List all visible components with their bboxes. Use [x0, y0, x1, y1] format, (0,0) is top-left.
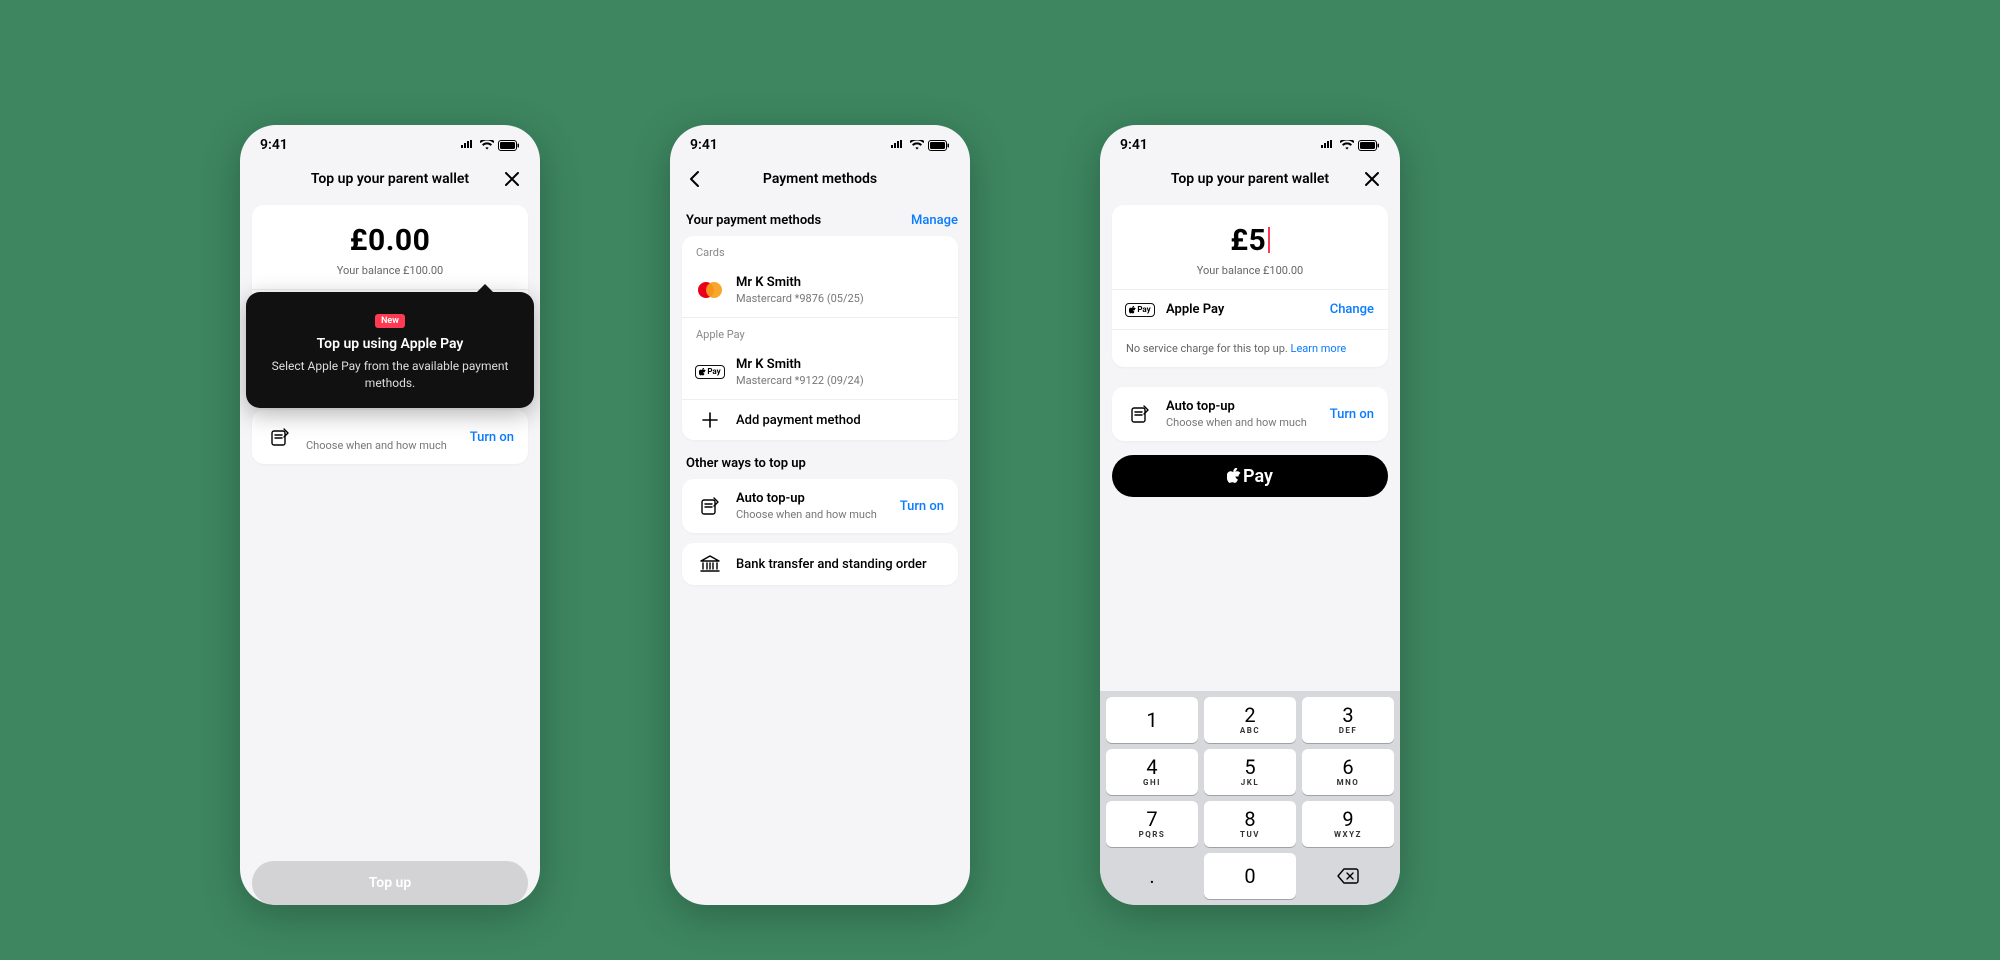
- turn-on-link[interactable]: Turn on: [1330, 407, 1374, 422]
- mastercard-icon: [696, 282, 724, 298]
- method-name: Apple Pay: [1166, 302, 1318, 317]
- auto-topup-sub: Choose when and how much: [306, 439, 458, 452]
- add-payment-row[interactable]: Add payment method: [682, 400, 958, 440]
- service-charge-note: No service charge for this top up. Learn…: [1112, 329, 1388, 367]
- auto-topup-sub: Choose when and how much: [736, 508, 888, 521]
- auto-topup-icon: [696, 496, 724, 516]
- key-7[interactable]: 7PQRS: [1106, 801, 1198, 847]
- status-icons: [1320, 140, 1380, 151]
- key-8[interactable]: 8TUV: [1204, 801, 1296, 847]
- topup-button[interactable]: Top up: [252, 861, 528, 905]
- amount-card: £5 Your balance £100.00 Pay Apple Pay Ch…: [1112, 205, 1388, 367]
- auto-topup-icon: [1126, 404, 1154, 424]
- tooltip-body: Select Apple Pay from the available paym…: [268, 358, 512, 392]
- key-4[interactable]: 4GHI: [1106, 749, 1198, 795]
- cardholder-name: Mr K Smith: [736, 357, 944, 372]
- apple-pay-icon: Pay: [696, 365, 724, 379]
- section-your-methods: Your payment methods: [682, 197, 825, 236]
- group-applepay-label: Apple Pay: [682, 318, 958, 345]
- nav-bar: Top up your parent wallet: [240, 161, 540, 197]
- auto-topup-card[interactable]: Auto top-up Choose when and how much Tur…: [1112, 387, 1388, 441]
- nav-bar: Payment methods: [670, 161, 970, 197]
- key-dot[interactable]: .: [1106, 853, 1198, 899]
- change-link[interactable]: Change: [1330, 302, 1374, 317]
- turn-on-link[interactable]: Turn on: [900, 499, 944, 514]
- apple-pay-button-label: Pay: [1243, 466, 1273, 487]
- status-bar: 9:41: [1100, 125, 1400, 161]
- key-5[interactable]: 5JKL: [1204, 749, 1296, 795]
- applepay-row[interactable]: Pay Mr K Smith Mastercard *9122 (09/24): [682, 345, 958, 399]
- text-caret: [1268, 227, 1270, 253]
- status-bar: 9:41: [240, 125, 540, 161]
- card-detail: Mastercard *9122 (09/24): [736, 374, 944, 387]
- learn-more-link[interactable]: Learn more: [1291, 342, 1347, 355]
- auto-topup-card[interactable]: Auto top-up Choose when and how much Tur…: [682, 479, 958, 533]
- plus-icon: [696, 412, 724, 428]
- page-title: Payment methods: [763, 171, 877, 187]
- payment-method-row[interactable]: Pay Apple Pay Change: [1112, 290, 1388, 329]
- payment-methods-card: Cards Mr K Smith Mastercard *9876 (05/25…: [682, 236, 958, 440]
- amount-value[interactable]: £0.00: [350, 223, 431, 258]
- amount-value[interactable]: £5: [1230, 223, 1270, 258]
- page-title: Top up your parent wallet: [1171, 171, 1329, 187]
- status-time: 9:41: [690, 137, 718, 153]
- close-icon[interactable]: [498, 165, 526, 193]
- auto-topup-title: Auto top-up: [736, 491, 888, 506]
- back-icon[interactable]: [680, 165, 708, 193]
- apple-pay-button[interactable]: Pay: [1112, 455, 1388, 497]
- nav-bar: Top up your parent wallet: [1100, 161, 1400, 197]
- auto-topup-sub: Choose when and how much: [1166, 416, 1318, 429]
- key-backspace[interactable]: [1302, 853, 1394, 899]
- key-3[interactable]: 3DEF: [1302, 697, 1394, 743]
- screen-payment-methods: 9:41 Payment methods Your payment method…: [670, 125, 970, 905]
- section-other-ways: Other ways to top up: [682, 440, 958, 479]
- apple-pay-tooltip: New Top up using Apple Pay Select Apple …: [246, 292, 534, 408]
- backspace-icon: [1337, 868, 1359, 884]
- cardholder-name: Mr K Smith: [736, 275, 944, 290]
- key-9[interactable]: 9WXYZ: [1302, 801, 1394, 847]
- auto-topup-icon: [266, 427, 294, 447]
- auto-topup-card[interactable]: Auto top-up Choose when and how much Tur…: [252, 410, 528, 464]
- card-row-1[interactable]: Mr K Smith Mastercard *9876 (05/25): [682, 263, 958, 317]
- status-time: 9:41: [260, 137, 288, 153]
- bank-transfer-card[interactable]: Bank transfer and standing order: [682, 543, 958, 585]
- manage-link[interactable]: Manage: [911, 213, 958, 228]
- bank-icon: [696, 555, 724, 573]
- key-6[interactable]: 6MNO: [1302, 749, 1394, 795]
- apple-pay-icon: Pay: [1126, 303, 1154, 317]
- bank-transfer-label: Bank transfer and standing order: [736, 557, 944, 572]
- turn-on-link[interactable]: Turn on: [470, 430, 514, 445]
- card-detail: Mastercard *9876 (05/25): [736, 292, 944, 305]
- page-title: Top up your parent wallet: [311, 171, 469, 187]
- numeric-keypad: 1 2ABC 3DEF 4GHI 5JKL 6MNO 7PQRS 8TUV 9W…: [1100, 691, 1400, 905]
- status-icons: [460, 140, 520, 151]
- status-icons: [890, 140, 950, 151]
- key-0[interactable]: 0: [1204, 853, 1296, 899]
- new-badge: New: [375, 314, 405, 328]
- add-payment-label: Add payment method: [736, 413, 944, 428]
- screen-topup-tooltip: 9:41 Top up your parent wallet £0.00 You…: [240, 125, 540, 905]
- tooltip-title: Top up using Apple Pay: [268, 336, 512, 352]
- group-cards-label: Cards: [682, 236, 958, 263]
- balance-label: Your balance £100.00: [1112, 264, 1388, 289]
- close-icon[interactable]: [1358, 165, 1386, 193]
- status-time: 9:41: [1120, 137, 1148, 153]
- status-bar: 9:41: [670, 125, 970, 161]
- screen-topup-applepay: 9:41 Top up your parent wallet £5 Your b…: [1100, 125, 1400, 905]
- auto-topup-title: Auto top-up: [1166, 399, 1318, 414]
- key-1[interactable]: 1: [1106, 697, 1198, 743]
- key-2[interactable]: 2ABC: [1204, 697, 1296, 743]
